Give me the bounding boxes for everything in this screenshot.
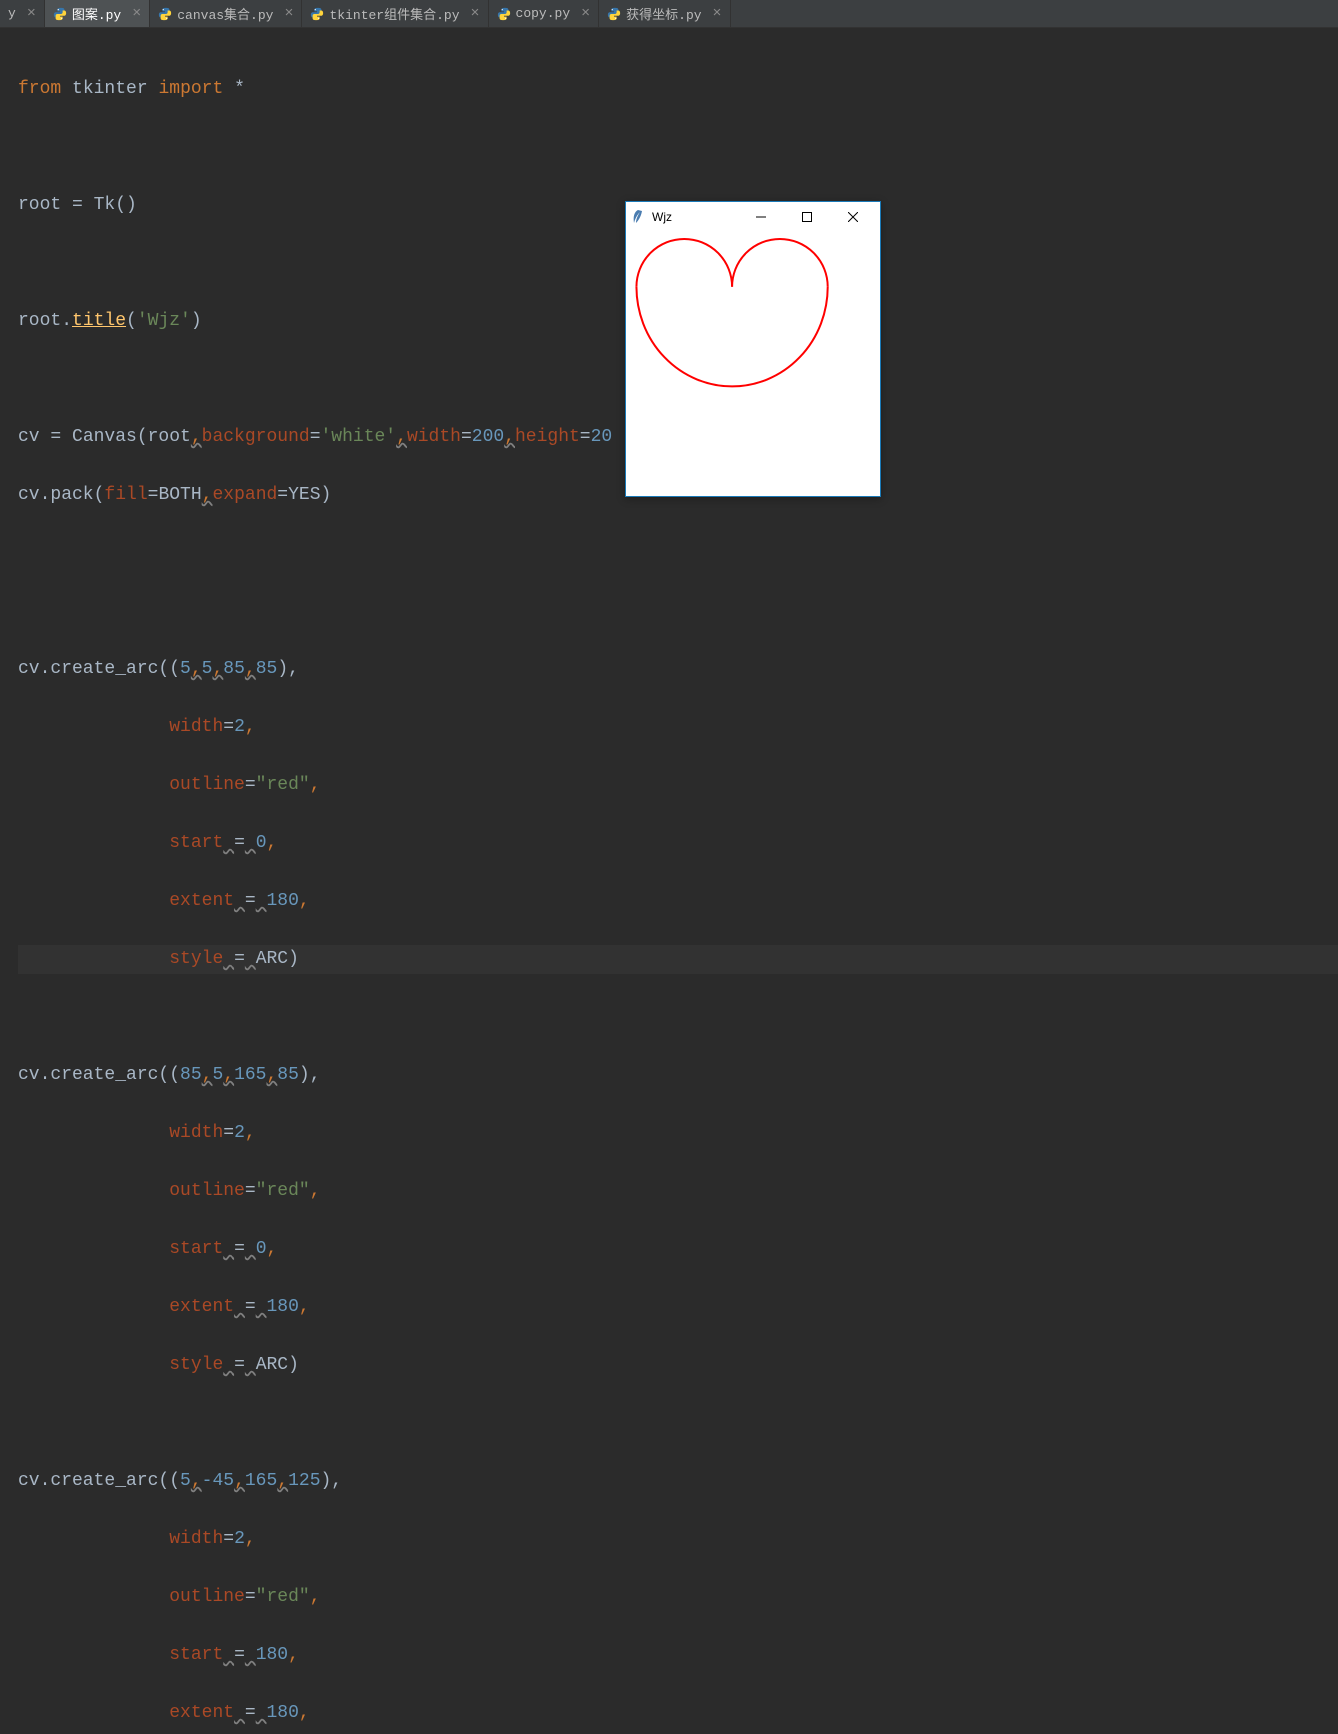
- tab-label: y: [8, 6, 16, 21]
- tab-bar: y × 图案.py × canvas集合.py × tkinter组件集合.py…: [0, 0, 1338, 28]
- tab-label: tkinter组件集合.py: [329, 4, 459, 23]
- window-titlebar[interactable]: Wjz: [626, 202, 880, 232]
- tab-partial[interactable]: y ×: [0, 0, 45, 27]
- close-icon[interactable]: ×: [713, 5, 722, 22]
- close-icon[interactable]: ×: [581, 5, 590, 22]
- python-file-icon: [310, 7, 324, 21]
- tab-copy[interactable]: copy.py ×: [489, 0, 600, 27]
- close-icon[interactable]: ×: [132, 5, 141, 22]
- python-file-icon: [53, 7, 67, 21]
- close-icon[interactable]: ×: [284, 5, 293, 22]
- tab-canvas[interactable]: canvas集合.py ×: [150, 0, 302, 27]
- python-file-icon: [607, 7, 621, 21]
- tab-coords[interactable]: 获得坐标.py ×: [599, 0, 730, 27]
- window-controls: [738, 202, 876, 232]
- tk-feather-icon: [630, 209, 646, 225]
- python-file-icon: [497, 7, 511, 21]
- tab-label: copy.py: [516, 6, 571, 21]
- maximize-button[interactable]: [784, 202, 830, 232]
- tab-label: 获得坐标.py: [626, 4, 701, 23]
- minimize-button[interactable]: [738, 202, 784, 232]
- tkinter-canvas: [626, 232, 880, 496]
- close-button[interactable]: [830, 202, 876, 232]
- tkinter-window[interactable]: Wjz: [625, 201, 881, 497]
- python-file-icon: [158, 7, 172, 21]
- tab-tuan[interactable]: 图案.py ×: [45, 0, 150, 27]
- heart-shape: [626, 232, 880, 496]
- tab-label: 图案.py: [72, 4, 121, 23]
- close-icon[interactable]: ×: [471, 5, 480, 22]
- tab-tkinter[interactable]: tkinter组件集合.py ×: [302, 0, 488, 27]
- tab-label: canvas集合.py: [177, 4, 273, 23]
- close-icon[interactable]: ×: [27, 5, 36, 22]
- window-title: Wjz: [652, 210, 738, 224]
